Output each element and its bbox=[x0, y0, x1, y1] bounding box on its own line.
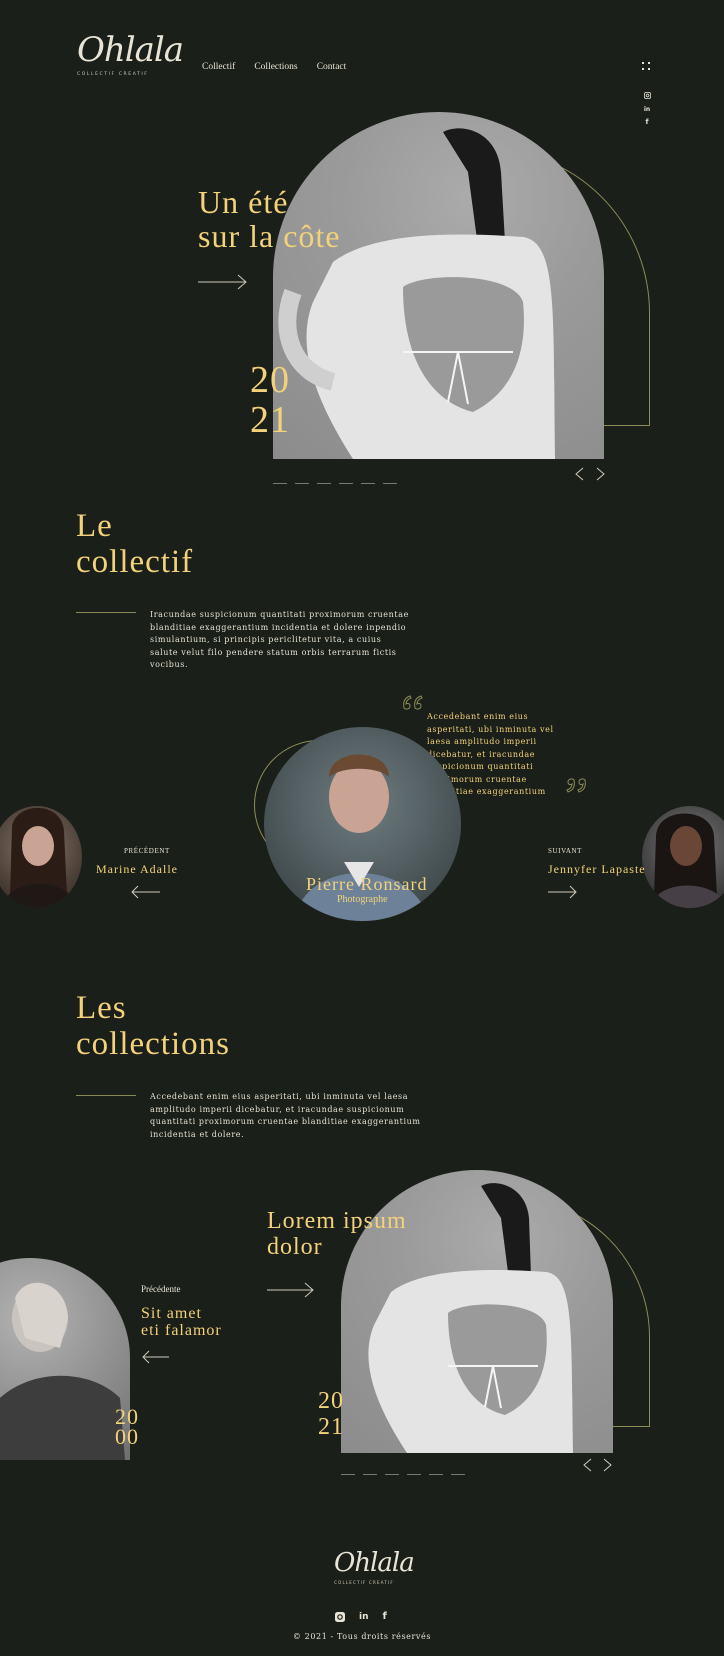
prev-collection-title[interactable]: Sit amet eti falamor bbox=[141, 1305, 222, 1339]
prev-member-photo[interactable] bbox=[0, 806, 82, 908]
social-links: in f bbox=[641, 91, 653, 126]
member-name: Pierre Ronsard bbox=[306, 874, 428, 894]
collectif-title: Le collectif bbox=[76, 508, 193, 580]
next-member-label: SUIVANT bbox=[548, 847, 583, 855]
collection-next-icon[interactable] bbox=[603, 1457, 613, 1476]
collectif-title-line1: Le bbox=[76, 508, 113, 544]
nav-collections[interactable]: Collections bbox=[254, 62, 297, 72]
collections-title-line1: Les bbox=[76, 990, 127, 1026]
prev-collection-arrow-icon[interactable] bbox=[141, 1349, 169, 1368]
hero-title-line1: Un été bbox=[198, 184, 289, 220]
collection-year-bottom: 21 bbox=[318, 1414, 344, 1440]
footer-linkedin-icon[interactable]: in bbox=[359, 1612, 369, 1622]
footer-logo-text: Ohlala bbox=[334, 1548, 415, 1578]
collection-title-line2: dolor bbox=[267, 1234, 323, 1260]
prev-collection-year-bottom: 00 bbox=[115, 1424, 139, 1449]
prev-member-arrow-icon[interactable] bbox=[130, 884, 160, 903]
next-member-photo[interactable] bbox=[642, 806, 724, 908]
prev-member-label: PRÉCÉDENT bbox=[124, 847, 170, 855]
hero-arrow-right-icon[interactable] bbox=[198, 274, 248, 294]
prev-collection-title-line2: eti falamor bbox=[141, 1322, 222, 1339]
main-nav: Collectif Collections Contact bbox=[202, 54, 360, 73]
nav-collectif[interactable]: Collectif bbox=[202, 62, 235, 72]
hero-year-top: 20 bbox=[250, 359, 290, 401]
prev-collection-image[interactable] bbox=[0, 1258, 130, 1460]
collection-arrow-right-icon[interactable] bbox=[267, 1282, 315, 1302]
hero-title-line2: sur la côte bbox=[198, 218, 341, 254]
hero-next-icon[interactable] bbox=[596, 466, 606, 485]
nav-contact[interactable]: Contact bbox=[317, 62, 347, 72]
hero-title: Un été sur la côte bbox=[198, 185, 341, 253]
collection-prev-icon[interactable] bbox=[582, 1457, 592, 1476]
collection-year: 20 21 bbox=[314, 1388, 348, 1440]
prev-collection-label: Précédente bbox=[141, 1284, 181, 1294]
prev-member-name[interactable]: Marine Adalle bbox=[96, 862, 178, 877]
footer-facebook-icon[interactable]: f bbox=[383, 1611, 387, 1622]
facebook-icon[interactable]: f bbox=[645, 118, 648, 126]
collections-divider bbox=[76, 1095, 136, 1096]
footer-logo-tagline: COLLECTIF CREATIF bbox=[334, 1580, 394, 1585]
hero-year-bottom: 21 bbox=[250, 399, 290, 441]
prev-collection-year: 20 00 bbox=[112, 1406, 142, 1449]
logo-tagline: COLLECTIF CREATIF bbox=[77, 72, 149, 77]
collection-pagination[interactable] bbox=[341, 1464, 473, 1483]
collections-title-line2: collections bbox=[76, 1026, 230, 1062]
collections-text: Accedebant enim eius asperitati, ubi inm… bbox=[150, 1092, 421, 1139]
collectif-text: Iracundae suspicionum quantitati proximo… bbox=[150, 610, 409, 669]
collection-title: Lorem ipsum dolor bbox=[267, 1208, 407, 1260]
logo-text: Ohlala bbox=[77, 30, 184, 70]
hero-prev-icon[interactable] bbox=[574, 466, 584, 485]
hero-image bbox=[273, 112, 604, 459]
prev-collection-title-line1: Sit amet bbox=[141, 1305, 202, 1322]
footer-social: in f bbox=[335, 1607, 387, 1626]
collection-year-top: 20 bbox=[318, 1388, 344, 1414]
next-member-name[interactable]: Jennyfer Lapaste bbox=[548, 862, 646, 877]
footer-copyright: © 2021 - Tous droits réservés bbox=[292, 1632, 432, 1641]
hero-year: 20 21 bbox=[236, 360, 290, 440]
menu-grid-icon[interactable] bbox=[641, 56, 651, 70]
next-member-arrow-icon[interactable] bbox=[548, 884, 578, 903]
collectif-title-line2: collectif bbox=[76, 544, 194, 580]
footer-instagram-icon[interactable] bbox=[335, 1607, 345, 1626]
footer-logo[interactable]: Ohlala COLLECTIF CREATIF bbox=[334, 1546, 415, 1585]
collections-title: Les collections bbox=[76, 990, 230, 1062]
member-role: Photographe bbox=[337, 894, 388, 905]
quote-open-icon bbox=[401, 694, 423, 716]
collection-title-line1: Lorem ipsum bbox=[267, 1208, 407, 1234]
instagram-icon[interactable] bbox=[643, 91, 651, 101]
linkedin-icon[interactable]: in bbox=[644, 106, 650, 113]
collectif-divider bbox=[76, 612, 136, 613]
quote-close-icon bbox=[566, 776, 588, 798]
hero-pagination[interactable] bbox=[273, 473, 405, 492]
logo[interactable]: Ohlala COLLECTIF CREATIF bbox=[77, 28, 184, 77]
